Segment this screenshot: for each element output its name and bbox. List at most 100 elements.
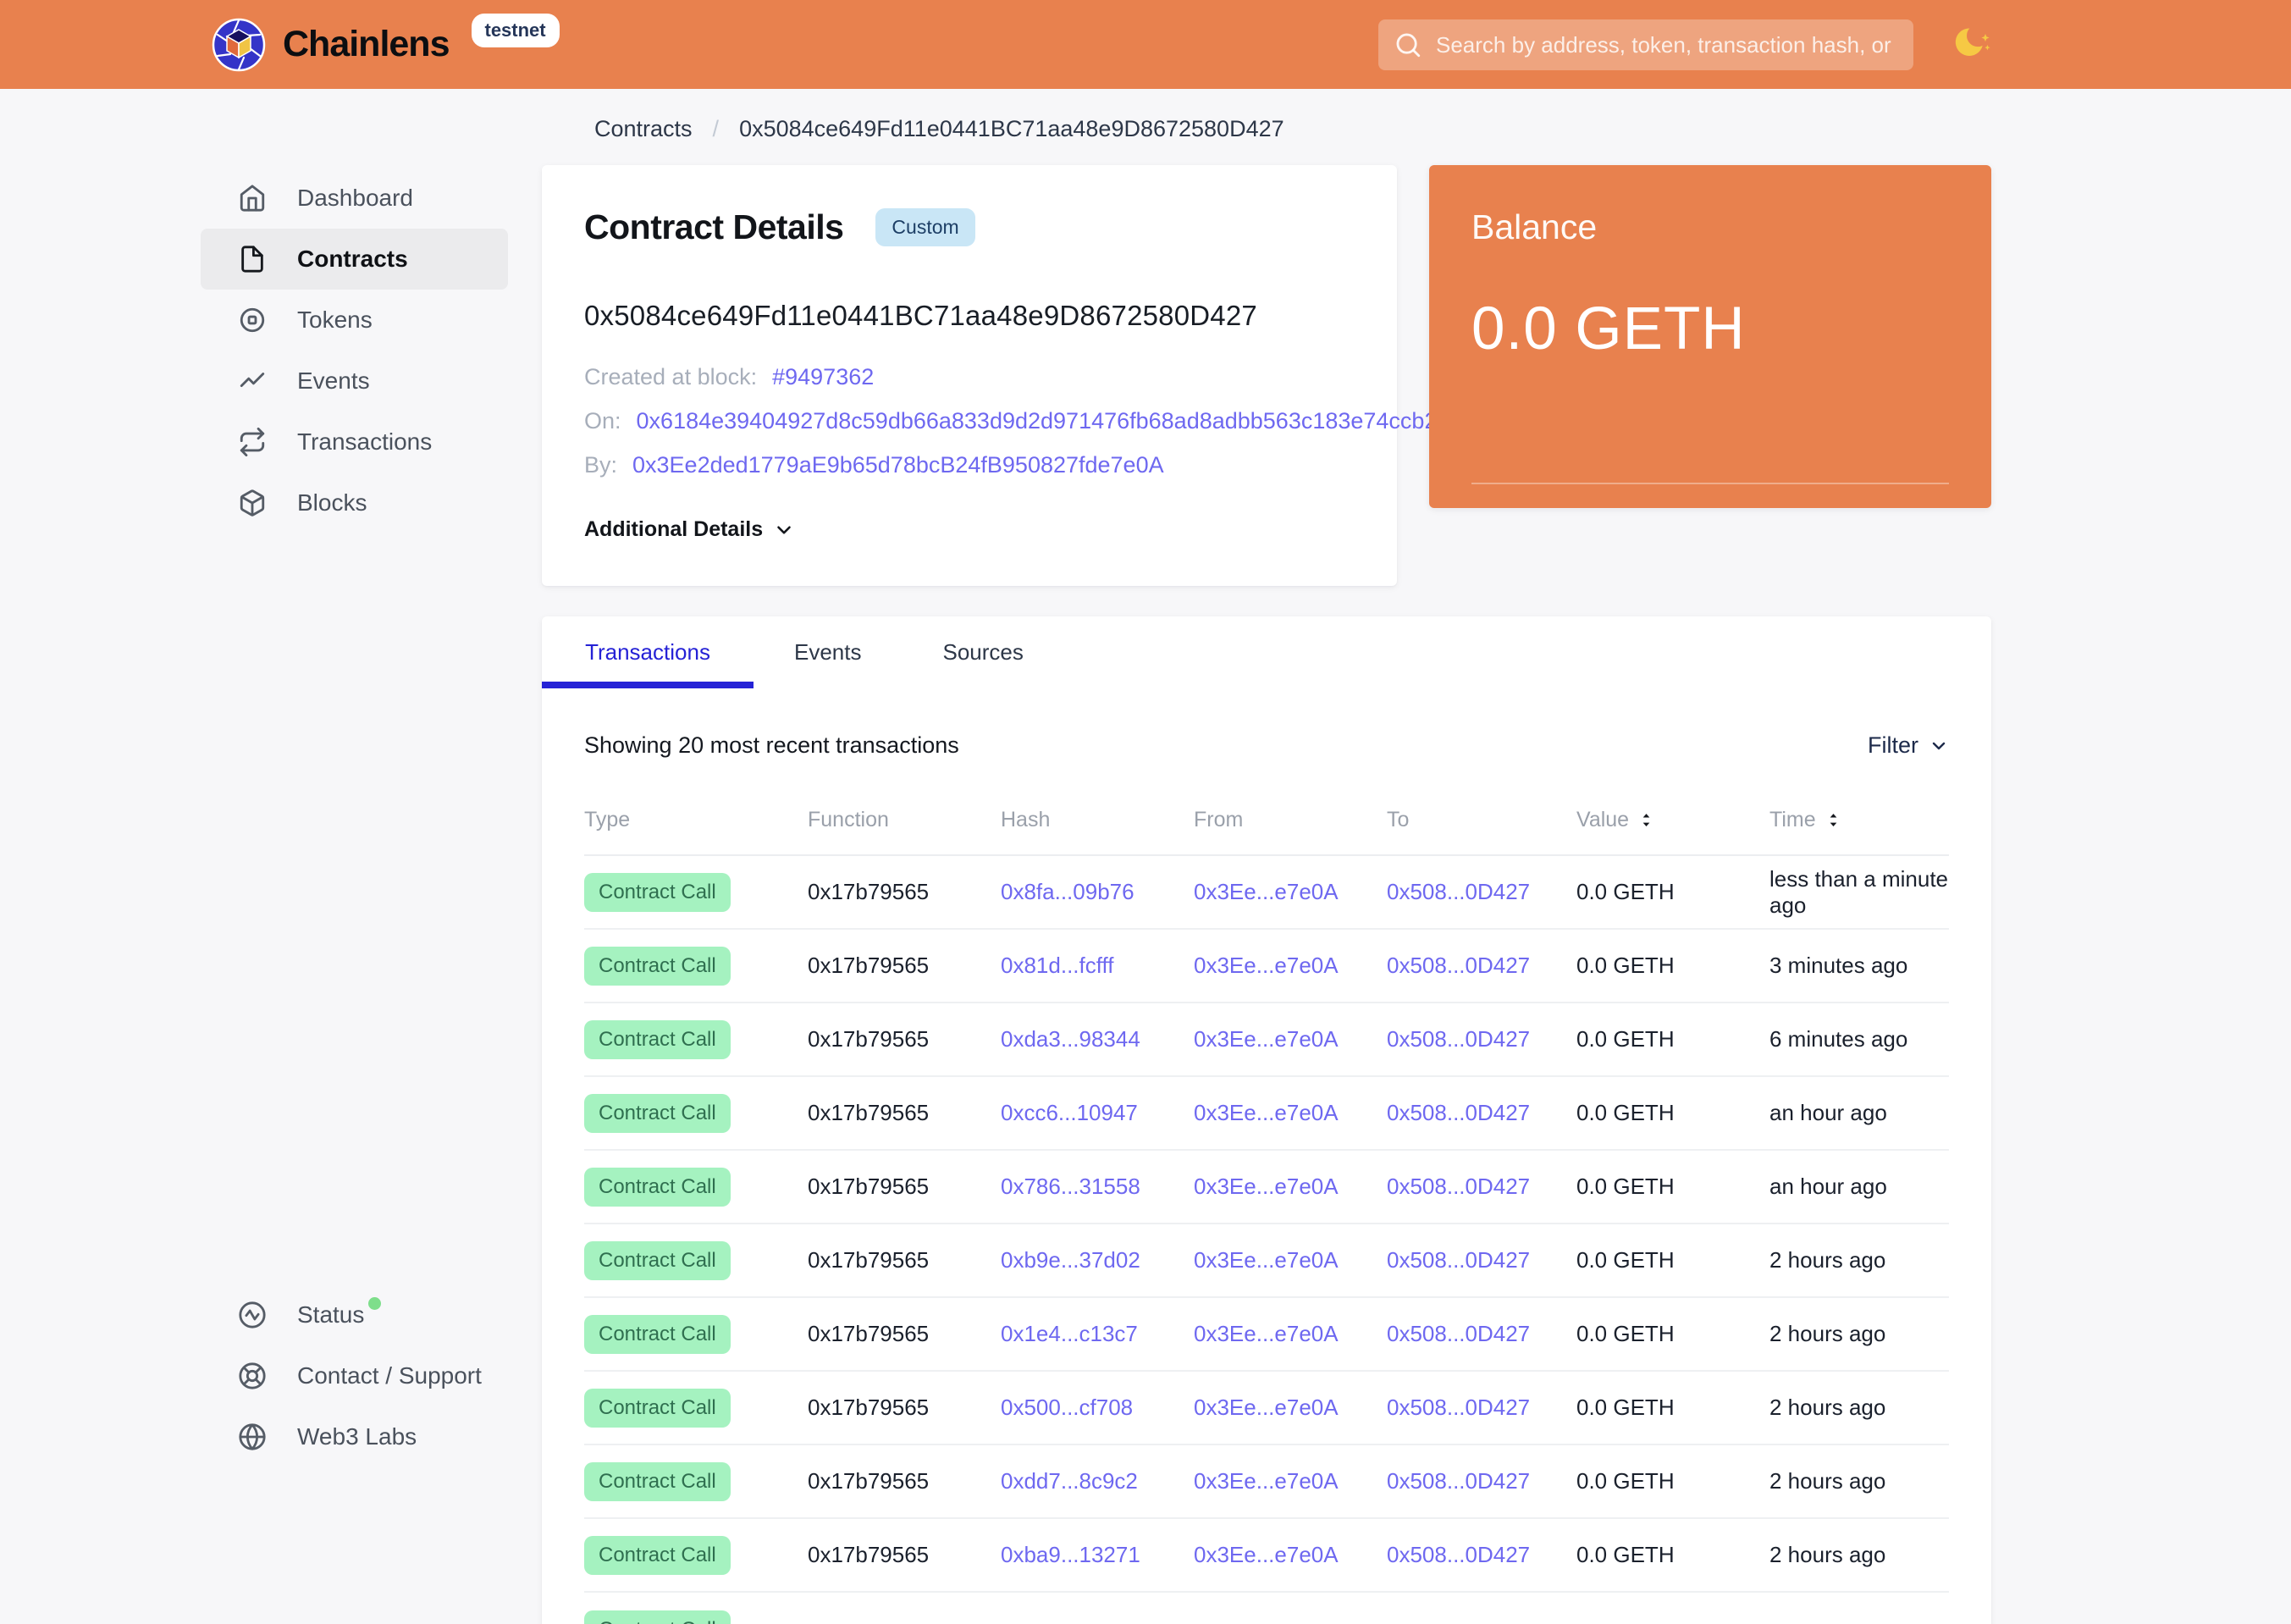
hash-link[interactable]: 0x8fa...09b76 — [1001, 879, 1194, 905]
to-link[interactable]: 0x508...0D427 — [1387, 1247, 1576, 1273]
additional-details-toggle[interactable]: Additional Details — [584, 517, 795, 542]
column-header-value[interactable]: Value — [1576, 808, 1769, 832]
to-link[interactable]: 0x508...0D427 — [1387, 1026, 1576, 1052]
sidebar-item-label: Transactions — [297, 428, 433, 455]
function-cell: 0x17b79565 — [808, 1100, 930, 1125]
cube-icon — [238, 489, 267, 517]
hash-link[interactable]: 0xb9e...37d02 — [1001, 1247, 1194, 1273]
from-link[interactable]: 0x3Ee...e7e0A — [1194, 953, 1387, 979]
breadcrumb-contracts-link[interactable]: Contracts — [594, 116, 693, 142]
from-link[interactable]: 0x3Ee...e7e0A — [1194, 1247, 1387, 1273]
from-link[interactable]: 0x3Ee...e7e0A — [1194, 1468, 1387, 1494]
table-row: Contract Call 0x17b79565 0xda3...98344 0… — [584, 1003, 1949, 1077]
balance-card: Balance 0.0 GETH — [1429, 165, 1991, 508]
sidebar-item-label: Contracts — [297, 246, 408, 272]
function-cell: 0x17b79565 — [808, 1321, 930, 1346]
from-link[interactable]: 0x3Ee...e7e0A — [1194, 1174, 1387, 1200]
type-badge: Contract Call — [584, 1388, 731, 1428]
chevron-down-icon — [777, 525, 791, 534]
value-cell: 0.0 GETH — [1576, 953, 1675, 978]
filter-dropdown[interactable]: Filter — [1868, 732, 1949, 759]
hash-link[interactable]: 0xba9...13271 — [1001, 1542, 1194, 1568]
sidebar-item-label: Status — [297, 1301, 365, 1328]
search-input[interactable] — [1436, 31, 1898, 58]
filter-label: Filter — [1868, 732, 1918, 758]
from-link[interactable]: 0x3Ee...e7e0A — [1194, 1321, 1387, 1347]
creation-tx-hash-link[interactable]: 0x6184e39404927d8c59db66a833d9d2d971476f… — [637, 408, 1463, 434]
from-link[interactable]: 0x3Ee...e7e0A — [1194, 879, 1387, 905]
hash-link[interactable]: 0xdd7...8c9c2 — [1001, 1468, 1194, 1494]
type-badge: Contract Call — [584, 1314, 731, 1354]
time-cell: 2 hours ago — [1769, 1468, 1886, 1494]
sidebar-item-label: Blocks — [297, 489, 367, 516]
status-icon — [238, 1301, 267, 1329]
globe-icon — [238, 1422, 267, 1451]
hash-link[interactable]: 0xda3...98344 — [1001, 1026, 1194, 1052]
from-link[interactable]: 0x3Ee...e7e0A — [1194, 1395, 1387, 1421]
to-link[interactable]: 0x508...0D427 — [1387, 879, 1576, 905]
breadcrumb: Contracts / 0x5084ce649Fd11e0441BC71aa48… — [594, 116, 1284, 142]
table-row: Contract Call 0x17b79565 0x500...cf708 0… — [584, 1372, 1949, 1445]
sidebar-item-blocks[interactable]: Blocks — [201, 472, 508, 533]
to-link[interactable]: 0x508...0D427 — [1387, 1100, 1576, 1126]
from-link[interactable]: 0x3Ee...e7e0A — [1194, 1026, 1387, 1052]
type-badge: Contract Call — [584, 1240, 731, 1280]
dark-mode-toggle[interactable] — [1952, 23, 1996, 67]
activity-icon — [238, 367, 267, 395]
column-header-from: From — [1194, 808, 1244, 831]
sidebar-item-contracts[interactable]: Contracts — [201, 229, 508, 290]
value-cell: 0.0 GETH — [1576, 1026, 1675, 1052]
from-link[interactable]: 0x3Ee...e7e0A — [1194, 1100, 1387, 1126]
sidebar-item-label: Tokens — [297, 307, 373, 333]
column-header-time[interactable]: Time — [1769, 808, 1949, 832]
hash-link[interactable]: 0xcc6...10947 — [1001, 1100, 1194, 1126]
type-badge: Contract Call — [584, 872, 731, 912]
hash-link[interactable]: 0x81d...fcfff — [1001, 953, 1194, 979]
to-link[interactable]: 0x508...0D427 — [1387, 1321, 1576, 1347]
sidebar-item-label: Dashboard — [297, 185, 413, 211]
function-cell: 0x17b79565 — [808, 1026, 930, 1052]
to-link[interactable]: 0x508...0D427 — [1387, 1468, 1576, 1494]
additional-details-label: Additional Details — [584, 517, 764, 541]
tab-transactions[interactable]: Transactions — [542, 616, 754, 688]
balance-amount: 0.0 GETH — [1471, 296, 1746, 362]
to-link[interactable]: 0x508...0D427 — [1387, 953, 1576, 979]
sidebar-item-contact-support[interactable]: Contact / Support — [201, 1345, 508, 1406]
value-cell: 0.0 GETH — [1576, 1468, 1675, 1494]
column-header-type: Type — [584, 808, 631, 831]
tab-sources[interactable]: Sources — [903, 616, 1064, 688]
document-icon — [238, 245, 267, 273]
to-link[interactable]: 0x508...0D427 — [1387, 1542, 1576, 1568]
value-cell: 0.0 GETH — [1576, 1174, 1675, 1199]
hash-link[interactable]: 0x500...cf708 — [1001, 1395, 1194, 1421]
column-header-to: To — [1387, 808, 1410, 831]
function-cell: 0x17b79565 — [808, 1395, 930, 1420]
value-cell: 0.0 GETH — [1576, 1100, 1675, 1125]
table-row: Contract Call 0x17b79565 0x786...31558 0… — [584, 1151, 1949, 1224]
hash-link[interactable]: 0x786...31558 — [1001, 1174, 1194, 1200]
custom-badge: Custom — [875, 208, 975, 246]
sidebar-item-events[interactable]: Events — [201, 351, 508, 412]
sidebar-item-tokens[interactable]: Tokens — [201, 290, 508, 351]
brand[interactable]: Chainlens testnet — [212, 0, 560, 89]
tab-events[interactable]: Events — [754, 616, 903, 688]
status-ok-dot — [368, 1296, 382, 1310]
from-link[interactable]: 0x3Ee...e7e0A — [1194, 1542, 1387, 1568]
sidebar-item-transactions[interactable]: Transactions — [201, 412, 508, 472]
sidebar-item-status[interactable]: Status — [201, 1284, 508, 1345]
time-cell: an hour ago — [1769, 1174, 1887, 1199]
sidebar-item-dashboard[interactable]: Dashboard — [201, 168, 508, 229]
function-cell: 0x17b79565 — [808, 1247, 930, 1273]
on-label: On: — [584, 408, 621, 434]
type-badge: Contract Call — [584, 1461, 731, 1501]
to-link[interactable]: 0x508...0D427 — [1387, 1395, 1576, 1421]
created-block-link[interactable]: #9497362 — [772, 364, 874, 390]
hash-link[interactable]: 0x1e4...c13c7 — [1001, 1321, 1194, 1347]
to-link[interactable]: 0x508...0D427 — [1387, 1174, 1576, 1200]
type-badge: Contract Call — [584, 946, 731, 986]
creator-address-link[interactable]: 0x3Ee2ded1779aE9b65d78bcB24fB950827fde7e… — [632, 452, 1164, 478]
contract-details-card: Contract Details Custom 0x5084ce649Fd11e… — [542, 165, 1463, 586]
contract-address: 0x5084ce649Fd11e0441BC71aa48e9D8672580D4… — [584, 300, 1257, 331]
sidebar-item-web3-labs[interactable]: Web3 Labs — [201, 1406, 508, 1467]
page-title: Contract Details — [584, 207, 844, 246]
